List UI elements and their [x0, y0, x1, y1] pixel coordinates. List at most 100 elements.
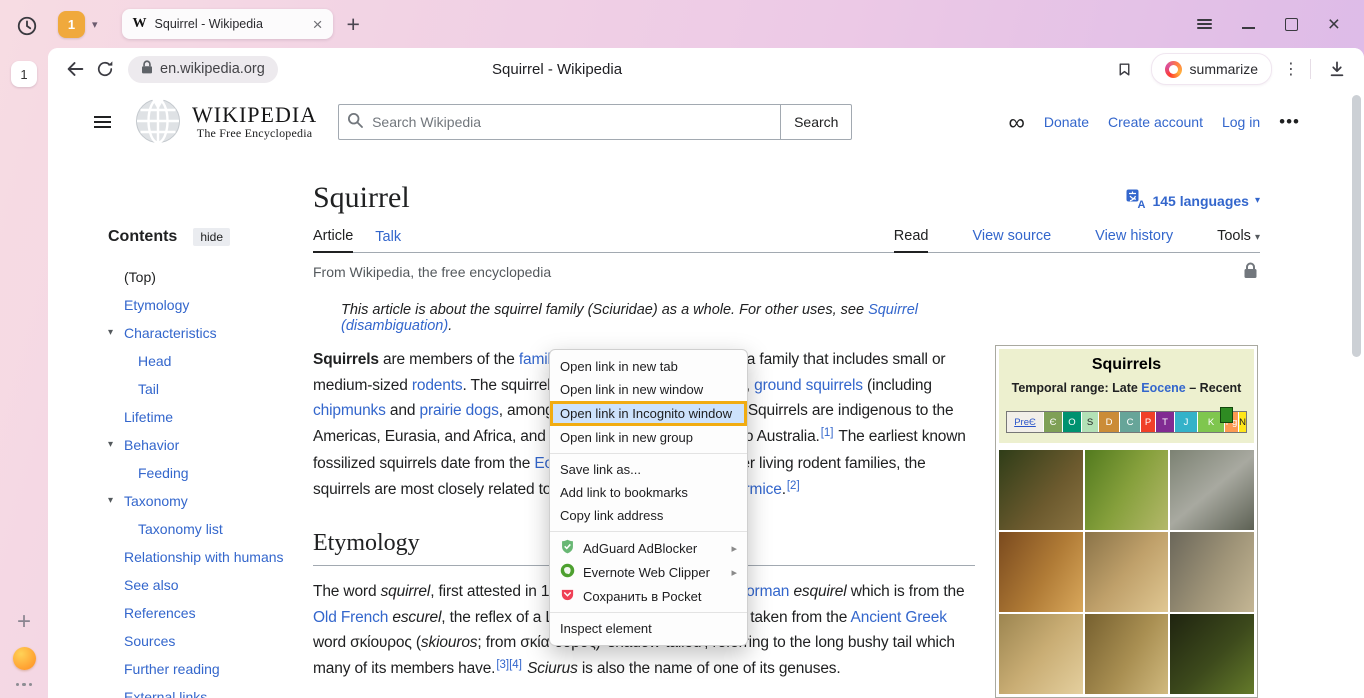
toc-item-see-also[interactable]: See also: [124, 571, 313, 599]
menu-item-add-link-bookmarks[interactable]: Add link to bookmarks: [550, 481, 747, 504]
toc-item-characteristics[interactable]: ▾Characteristics: [124, 319, 313, 347]
toc-item-feeding[interactable]: Feeding: [124, 459, 313, 487]
squirrel-photo[interactable]: [1170, 532, 1254, 612]
toc-item-taxonomy[interactable]: ▾Taxonomy: [124, 487, 313, 515]
rail-add-button[interactable]: +: [17, 610, 31, 634]
svg-text:A: A: [1138, 199, 1146, 209]
maximize-button[interactable]: [1285, 18, 1298, 31]
toc-item-further-reading[interactable]: Further reading: [124, 655, 313, 683]
tab-close-icon[interactable]: ×: [311, 16, 325, 33]
menu-item-copy-link-address[interactable]: Copy link address: [550, 504, 747, 527]
summarize-button[interactable]: summarize: [1151, 53, 1272, 85]
page-scrollbar-thumb[interactable]: [1352, 95, 1361, 357]
squirrel-photo[interactable]: [999, 450, 1083, 530]
menu-item-open-link-incognito-window[interactable]: Open link in Incognito window: [550, 401, 747, 426]
tab-group-button[interactable]: 1: [58, 11, 85, 38]
minimize-button[interactable]: [1242, 27, 1255, 29]
timescale-segment: T: [1156, 412, 1174, 432]
temporal-range-marker: [1220, 407, 1233, 423]
log-in-link[interactable]: Log in: [1222, 114, 1260, 130]
new-tab-button[interactable]: +: [347, 13, 360, 36]
browser-menu-icon[interactable]: [1197, 16, 1212, 32]
downloads-icon[interactable]: [1322, 54, 1352, 84]
reload-icon[interactable]: [90, 54, 120, 84]
toc-item-lifetime[interactable]: Lifetime: [124, 403, 313, 431]
rail-assistant-icon[interactable]: [13, 647, 36, 670]
menu-item-evernote[interactable]: Evernote Web Clipper ▸: [550, 560, 747, 584]
squirrel-photo[interactable]: [999, 532, 1083, 612]
timescale-segment[interactable]: PreЄ: [1007, 412, 1043, 432]
toc-item-taxonomy-list[interactable]: Taxonomy list: [124, 515, 313, 543]
squirrel-photo[interactable]: [1170, 450, 1254, 530]
search-icon: [347, 112, 363, 133]
toc-item-etymology[interactable]: Etymology: [124, 291, 313, 319]
tab-talk[interactable]: Talk: [375, 229, 401, 252]
search-button[interactable]: Search: [780, 104, 852, 140]
menu-item-open-link-new-tab[interactable]: Open link in new tab: [550, 355, 747, 378]
tab-title: Squirrel - Wikipedia: [155, 17, 311, 31]
wiki-menu-icon[interactable]: [94, 112, 111, 132]
evernote-elephant-icon: [560, 563, 575, 581]
context-menu: Open link in new tab Open link in new wi…: [549, 349, 748, 646]
donate-link[interactable]: Donate: [1044, 114, 1089, 130]
tab-group-chevron-icon[interactable]: ▾: [92, 18, 98, 31]
squirrel-photo[interactable]: [1085, 532, 1169, 612]
squirrel-photo[interactable]: [1085, 614, 1169, 694]
squirrel-photo[interactable]: [1085, 450, 1169, 530]
translate-icon: A: [1126, 189, 1146, 212]
search-input[interactable]: [370, 113, 772, 131]
chevron-down-icon: ▾: [1255, 195, 1260, 206]
back-icon[interactable]: [60, 54, 90, 84]
tab-article[interactable]: Article: [313, 228, 353, 253]
page-protection-lock-icon: [1243, 262, 1258, 285]
rail-more-icon[interactable]: [16, 683, 33, 687]
menu-item-save-link-as[interactable]: Save link as...: [550, 458, 747, 481]
toc-hide-button[interactable]: hide: [193, 228, 230, 246]
tab-tools[interactable]: Tools ▾: [1217, 228, 1260, 252]
summarize-label: summarize: [1190, 61, 1258, 77]
squirrel-photo[interactable]: [1170, 614, 1254, 694]
chevron-down-icon[interactable]: ▾: [108, 487, 113, 515]
squirrel-photo[interactable]: [999, 614, 1083, 694]
wikipedia-wordmark: WIKIPEDIA: [192, 103, 317, 126]
toc-item-top[interactable]: (Top): [124, 263, 313, 291]
toc-item-references[interactable]: References: [124, 599, 313, 627]
browser-tab[interactable]: W Squirrel - Wikipedia ×: [122, 9, 333, 39]
menu-item-save-to-pocket[interactable]: Сохранить в Pocket: [550, 584, 747, 608]
submenu-arrow-icon: ▸: [731, 542, 737, 555]
article-tabs: Article Talk Read View source View histo…: [313, 222, 1260, 253]
tab-read[interactable]: Read: [894, 228, 929, 253]
header-more-icon[interactable]: •••: [1279, 112, 1300, 132]
toc-item-tail[interactable]: Tail: [124, 375, 313, 403]
rail-tab-count[interactable]: 1: [11, 61, 37, 87]
toc-item-behavior[interactable]: ▾Behavior: [124, 431, 313, 459]
infinity-icon[interactable]: ∞: [1008, 111, 1024, 134]
geologic-timescale: PreЄ Є O S D C P T J K Pg: [1006, 411, 1247, 433]
history-clock-icon[interactable]: [16, 7, 38, 42]
hatnote: This article is about the squirrel famil…: [341, 302, 961, 334]
toc-item-relationship-with-humans[interactable]: Relationship with humans: [124, 543, 313, 571]
menu-item-open-link-new-group[interactable]: Open link in new group: [550, 426, 747, 449]
window-close-button[interactable]: ×: [1328, 14, 1340, 35]
tab-view-source[interactable]: View source: [972, 228, 1051, 252]
create-account-link[interactable]: Create account: [1108, 114, 1203, 130]
wikipedia-logo[interactable]: WIKIPEDIA The Free Encyclopedia: [133, 95, 317, 150]
toc-item-external-links[interactable]: External links: [124, 683, 313, 698]
menu-item-inspect-element[interactable]: Inspect element: [550, 617, 747, 640]
timescale-segment: O: [1063, 412, 1081, 432]
timescale-segment: C: [1120, 412, 1140, 432]
toolbar-more-icon[interactable]: ⋮: [1283, 59, 1299, 79]
menu-separator: [550, 453, 747, 454]
toc-item-sources[interactable]: Sources: [124, 627, 313, 655]
toc-item-head[interactable]: Head: [124, 347, 313, 375]
chevron-down-icon[interactable]: ▾: [108, 319, 113, 347]
tab-view-history[interactable]: View history: [1095, 228, 1173, 252]
timescale-segment: J: [1175, 412, 1197, 432]
toolbar-page-title: Squirrel - Wikipedia: [492, 48, 622, 90]
chevron-down-icon[interactable]: ▾: [108, 431, 113, 459]
menu-item-adguard[interactable]: AdGuard AdBlocker ▸: [550, 536, 747, 560]
address-domain-pill[interactable]: en.wikipedia.org: [128, 56, 278, 83]
languages-button[interactable]: A 145 languages ▾: [1126, 189, 1260, 216]
bookmark-flag-icon[interactable]: [1110, 54, 1140, 84]
menu-item-open-link-new-window[interactable]: Open link in new window: [550, 378, 747, 401]
